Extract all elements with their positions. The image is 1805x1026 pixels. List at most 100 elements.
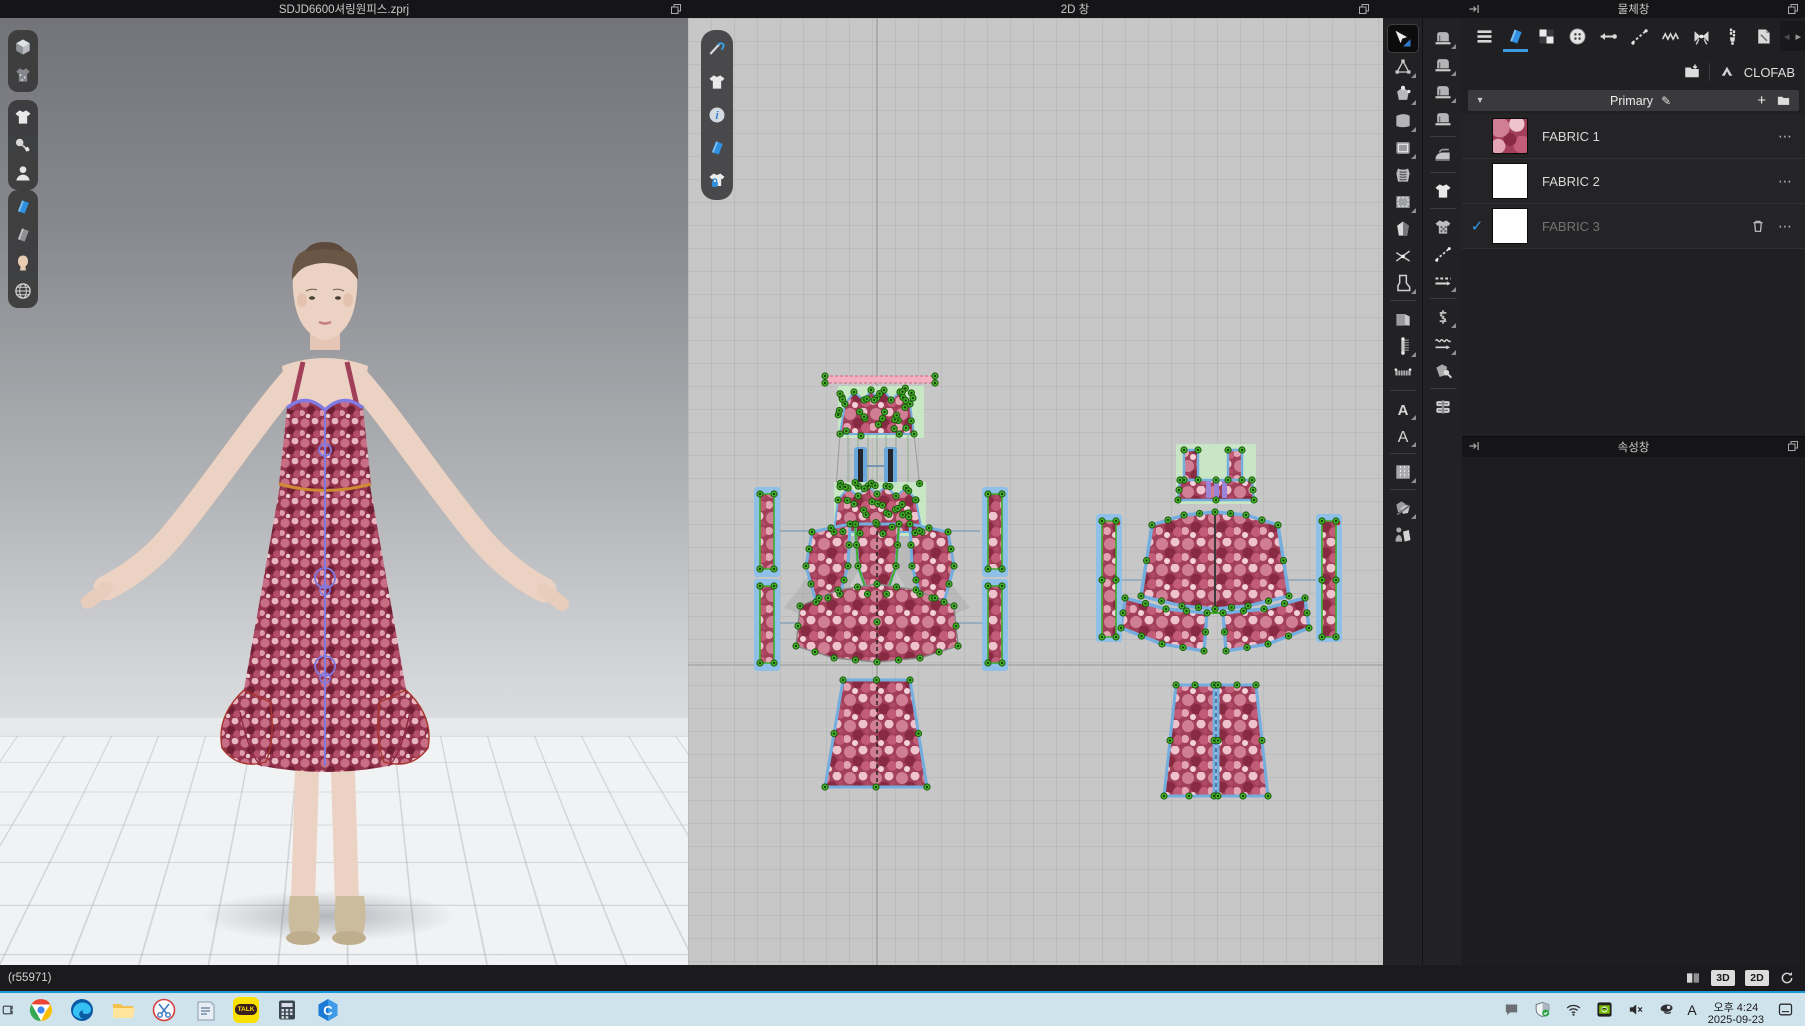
iron-press-tool[interactable] xyxy=(1428,141,1458,168)
fabric-menu-icon[interactable]: ⋯ xyxy=(1778,173,1793,190)
show-avatar-icon[interactable] xyxy=(11,161,35,185)
edit-curvature-tool[interactable] xyxy=(1388,80,1418,107)
snipping-tool-icon[interactable] xyxy=(151,997,177,1023)
canvas-2d[interactable] xyxy=(688,18,1383,965)
notification-center-icon[interactable] xyxy=(1775,1000,1795,1020)
globe-icon[interactable] xyxy=(11,279,35,303)
import-fabric-icon[interactable] xyxy=(1683,63,1701,81)
rectangle-pattern-tool[interactable] xyxy=(1388,134,1418,161)
tab-pattern[interactable] xyxy=(1532,21,1561,51)
popout-property-icon[interactable] xyxy=(1787,440,1799,452)
free-sewing-tool[interactable] xyxy=(1428,51,1458,78)
fabric-menu-icon[interactable]: ⋯ xyxy=(1778,128,1793,145)
avatar-3d[interactable] xyxy=(0,18,688,965)
tab-fabric[interactable] xyxy=(1501,21,1530,51)
chat-bubble-icon[interactable] xyxy=(1501,1000,1521,1020)
tab-puckering[interactable] xyxy=(1656,21,1685,51)
fabric-row-1[interactable]: FABRIC 1 ⋯ xyxy=(1462,114,1805,159)
texture-checker-tool[interactable] xyxy=(1428,213,1458,240)
view-cube-icon[interactable] xyxy=(11,35,35,59)
tab-pin[interactable] xyxy=(1594,21,1623,51)
tab-nav-right[interactable]: ▸ xyxy=(1796,30,1802,43)
avatar-head-icon[interactable] xyxy=(11,251,35,275)
grading-tool[interactable] xyxy=(1388,494,1418,521)
show-fabric-2d-icon[interactable] xyxy=(705,136,729,160)
basting-tool[interactable] xyxy=(1428,267,1458,294)
edge-icon[interactable] xyxy=(69,997,95,1023)
show-garment-2d-icon[interactable] xyxy=(705,70,729,94)
pattern-back-strap-right[interactable] xyxy=(1228,450,1242,480)
popout-object-icon[interactable] xyxy=(1787,3,1799,15)
pattern-front-skirt-panel[interactable] xyxy=(825,680,927,787)
cross-point-tool[interactable] xyxy=(1388,242,1418,269)
nvidia-icon[interactable] xyxy=(1594,1000,1614,1020)
topstitch-tool[interactable] xyxy=(1428,240,1458,267)
fold-arrangement-tool[interactable] xyxy=(1388,305,1418,332)
kakaotalk-icon[interactable]: TALK xyxy=(233,997,259,1023)
collapse-panel-icon[interactable] xyxy=(1468,3,1480,15)
annotation-tool[interactable] xyxy=(1388,422,1418,449)
pleats-tool[interactable] xyxy=(1388,458,1418,485)
group-collapse-icon[interactable]: ▾ xyxy=(1468,95,1492,106)
pattern-strip-r1[interactable] xyxy=(988,494,1002,569)
ime-indicator[interactable]: A xyxy=(1687,1002,1696,1018)
taskbar-pinned-partial-icon[interactable] xyxy=(0,997,13,1023)
clo-app-icon[interactable] xyxy=(315,997,341,1023)
view-3d-button[interactable]: 3D xyxy=(1711,970,1735,986)
garment-texture-icon[interactable] xyxy=(11,63,35,87)
pattern-strap[interactable] xyxy=(825,376,935,383)
fabric-show-icon[interactable] xyxy=(11,195,35,219)
text-tool[interactable] xyxy=(1388,395,1418,422)
tab-nav-left[interactable]: ◂ xyxy=(1784,30,1790,43)
delete-fabric-icon[interactable] xyxy=(1750,218,1766,234)
tab-zipper[interactable] xyxy=(1718,21,1747,51)
fabric-thumbnail-floral[interactable] xyxy=(1492,118,1528,154)
view-2d-button[interactable]: 2D xyxy=(1745,970,1769,986)
notepad-icon[interactable] xyxy=(192,997,218,1023)
show-sewing-tool[interactable] xyxy=(1428,177,1458,204)
taskbar-clock[interactable]: 오후 4:24 2025-09-23 xyxy=(1708,1002,1764,1026)
notch-tool[interactable] xyxy=(1388,332,1418,359)
tab-list[interactable] xyxy=(1470,21,1499,51)
fabric-row-3[interactable]: ✓ FABRIC 3 ⋯ xyxy=(1462,204,1805,249)
pin-pattern-tool[interactable] xyxy=(1428,357,1458,384)
collapse-property-icon[interactable] xyxy=(1468,440,1480,452)
tape-tool[interactable] xyxy=(1388,359,1418,386)
fabric-thumbnail-white[interactable] xyxy=(1492,163,1528,199)
trace-tool[interactable] xyxy=(1388,269,1418,296)
tab-topstitch[interactable] xyxy=(1625,21,1654,51)
viewport-2d[interactable]: 2D 창 xyxy=(688,0,1462,965)
fabric-row-2[interactable]: FABRIC 2 ⋯ xyxy=(1462,159,1805,204)
pattern-back-strap-left[interactable] xyxy=(1184,450,1198,480)
edit-curve-point-icon[interactable] xyxy=(705,37,729,61)
pattern-strip-l2[interactable] xyxy=(760,586,774,663)
clofab-label[interactable]: CLOFAB xyxy=(1744,65,1795,80)
sync-refresh-icon[interactable] xyxy=(1779,970,1795,986)
tab-bow[interactable] xyxy=(1687,21,1716,51)
tab-button[interactable] xyxy=(1563,21,1592,51)
new-folder-icon[interactable] xyxy=(1776,93,1791,108)
mn-sewing-tool[interactable] xyxy=(1428,78,1458,105)
fabric-hide-icon[interactable] xyxy=(11,223,35,247)
rename-group-icon[interactable]: ✎ xyxy=(1661,94,1671,108)
popout-icon-2d[interactable] xyxy=(1358,3,1370,15)
shirring-tool[interactable] xyxy=(1388,161,1418,188)
windows-security-icon[interactable] xyxy=(1532,1000,1552,1020)
calculator-icon[interactable] xyxy=(274,997,300,1023)
show-pins-icon[interactable] xyxy=(11,133,35,157)
pattern-strip-r2[interactable] xyxy=(988,586,1002,663)
edit-pattern-tool[interactable] xyxy=(1388,53,1418,80)
show-garment-icon[interactable] xyxy=(11,105,35,129)
fold-pleat-tool[interactable] xyxy=(1428,393,1458,420)
dart-tool[interactable] xyxy=(1388,215,1418,242)
segment-sewing-tool[interactable] xyxy=(1428,24,1458,51)
fabric-thumbnail-white[interactable] xyxy=(1492,208,1528,244)
file-explorer-icon[interactable] xyxy=(110,997,136,1023)
wifi-icon[interactable] xyxy=(1563,1000,1583,1020)
add-fabric-icon[interactable]: + xyxy=(1757,96,1766,106)
pattern-info-icon[interactable] xyxy=(705,103,729,127)
canvas-3d[interactable] xyxy=(0,18,688,965)
arrange-on-avatar-tool[interactable] xyxy=(1388,521,1418,548)
pattern-shape-tool[interactable] xyxy=(1388,107,1418,134)
elastic-tool[interactable] xyxy=(1428,303,1458,330)
